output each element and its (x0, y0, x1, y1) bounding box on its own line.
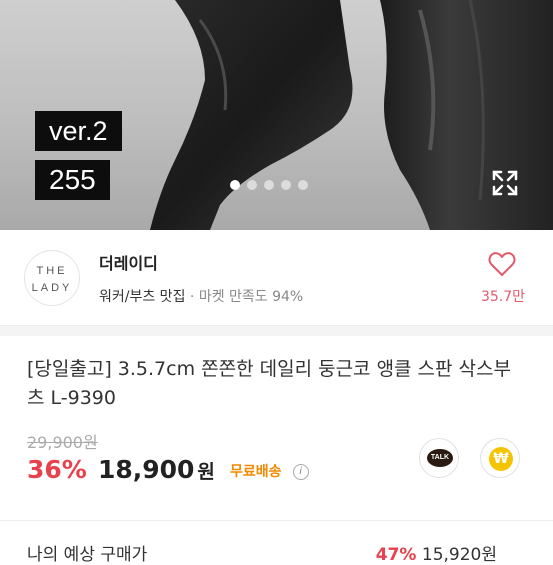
won-coin-icon: ₩ (489, 447, 513, 471)
section-divider (0, 325, 553, 336)
size-tag: 255 (35, 160, 110, 200)
pay-button[interactable]: ₩ (480, 438, 520, 478)
currency-label: 원 (197, 461, 215, 483)
carousel-dot[interactable] (247, 180, 257, 190)
version-tag: ver.2 (35, 111, 122, 151)
section-divider (0, 520, 553, 521)
price-row: 36% 18,900 원 무료배송 i (27, 455, 309, 484)
expand-arrows-icon[interactable] (490, 168, 520, 198)
kakao-talk-share-button[interactable]: TALK (419, 438, 459, 478)
expected-price: 15,920원 (421, 545, 497, 565)
carousel-indicator (230, 180, 308, 190)
carousel-dot[interactable] (230, 180, 240, 190)
discount-rate: 36% (27, 455, 87, 484)
shop-logo[interactable]: THE LADY (24, 250, 80, 306)
carousel-dot[interactable] (281, 180, 291, 190)
product-title: [당일출고] 3.5.7cm 쫀쫀한 데일리 둥근코 앵클 스판 삭스부츠 L-… (27, 358, 512, 409)
product-image-carousel[interactable]: ver.2 255 (0, 0, 553, 230)
expected-discount: 47% (375, 545, 417, 565)
free-shipping-badge: 무료배송 (230, 464, 282, 480)
sale-price: 18,900 (97, 455, 195, 484)
carousel-dot[interactable] (264, 180, 274, 190)
like-count: 35.7만 (480, 289, 526, 305)
shop-subtitle: 워커/부츠 맛집 · 마켓 만족도 94% (99, 286, 303, 306)
expected-price-label: 나의 예상 구매가 (27, 545, 148, 565)
kakao-talk-icon: TALK (427, 449, 453, 467)
separator: · (189, 289, 195, 305)
info-icon[interactable]: i (292, 464, 309, 480)
heart-icon[interactable] (488, 251, 516, 277)
shop-category: 워커/부츠 맛집 (99, 289, 186, 305)
carousel-dot[interactable] (298, 180, 308, 190)
shop-rating: 마켓 만족도 94% (198, 289, 304, 305)
seller-section (0, 230, 553, 326)
original-price: 29,900원 (27, 433, 98, 452)
shop-name[interactable]: 더레이디 (99, 250, 158, 274)
